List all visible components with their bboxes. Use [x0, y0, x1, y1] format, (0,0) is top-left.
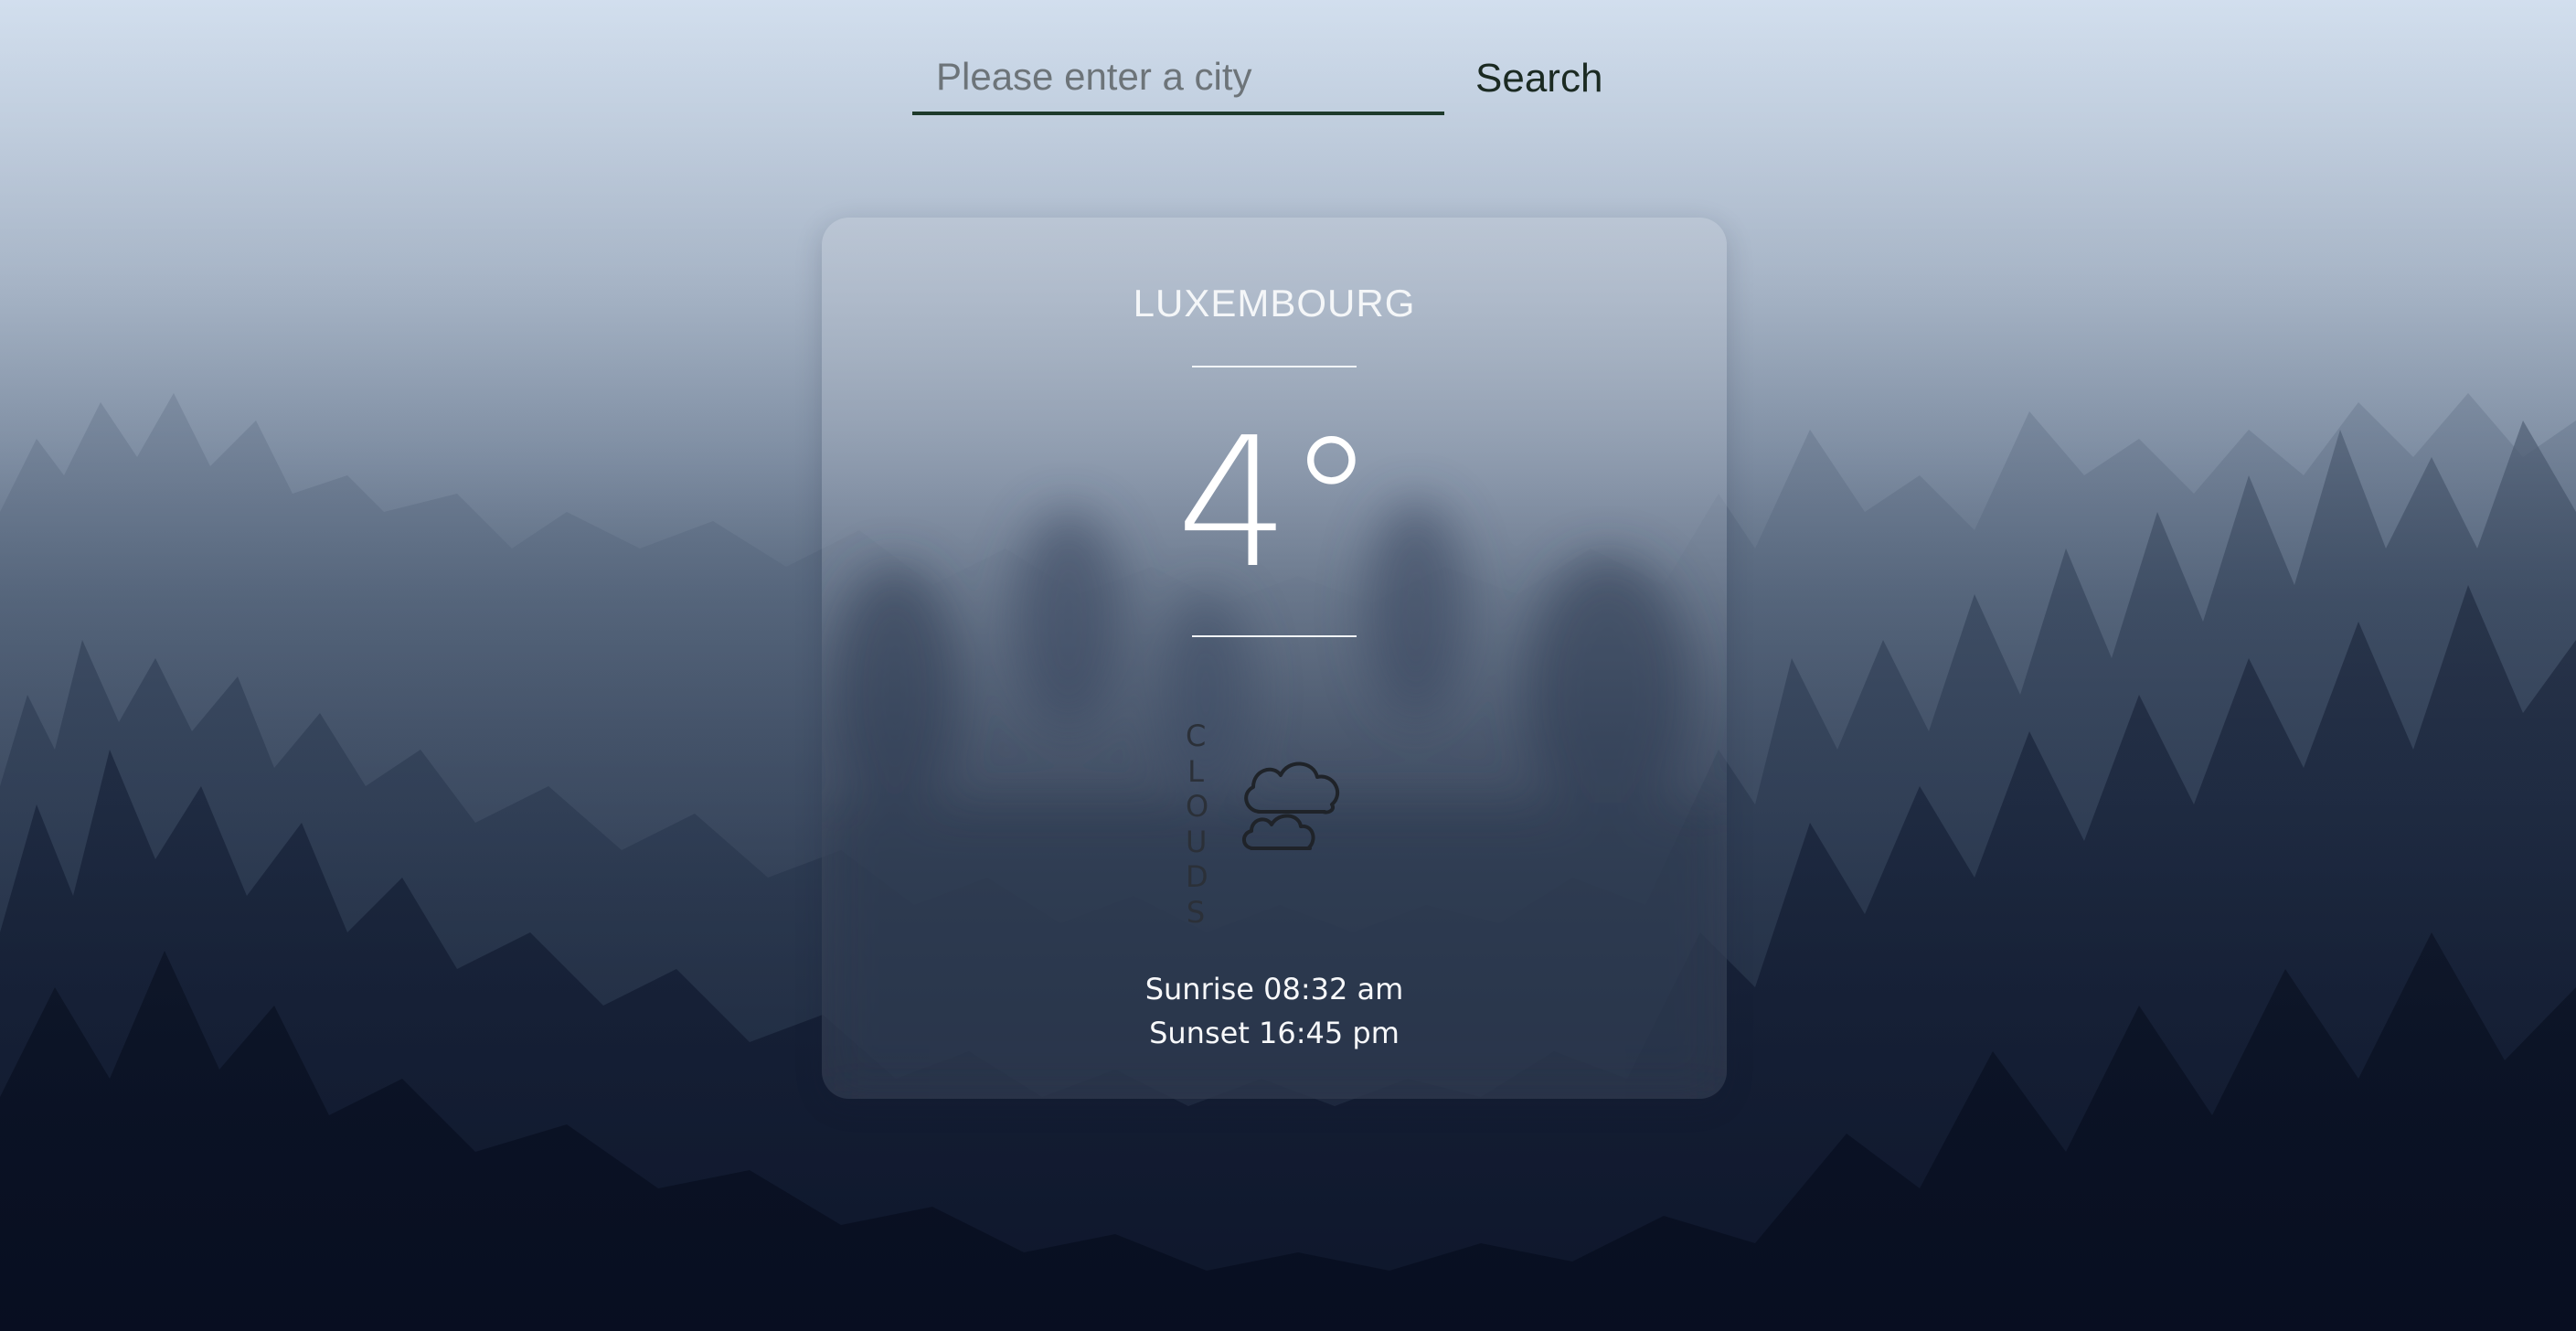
weather-card: LUXEMBOURG 4° CLOUDS Sunrise 08:32 am Su…	[822, 218, 1727, 1099]
top-divider	[1192, 366, 1357, 367]
city-name: LUXEMBOURG	[1133, 282, 1416, 325]
clouds-icon	[1242, 761, 1339, 850]
weather-card-content: LUXEMBOURG 4° CLOUDS Sunrise 08:32 am Su…	[822, 218, 1727, 1099]
sun-times: Sunrise 08:32 am Sunset 16:45 pm	[822, 967, 1727, 1055]
search-button[interactable]: Search	[1464, 51, 1613, 106]
sunrise-time: Sunrise 08:32 am	[1144, 972, 1404, 1006]
temperature: 4°	[1176, 399, 1377, 608]
city-search-input[interactable]	[912, 42, 1444, 115]
sunset-time: Sunset 16:45 pm	[1149, 1016, 1400, 1050]
bottom-divider	[1192, 635, 1357, 637]
weather-condition: CLOUDS	[1186, 719, 1209, 930]
search-bar: Search	[912, 42, 1607, 124]
